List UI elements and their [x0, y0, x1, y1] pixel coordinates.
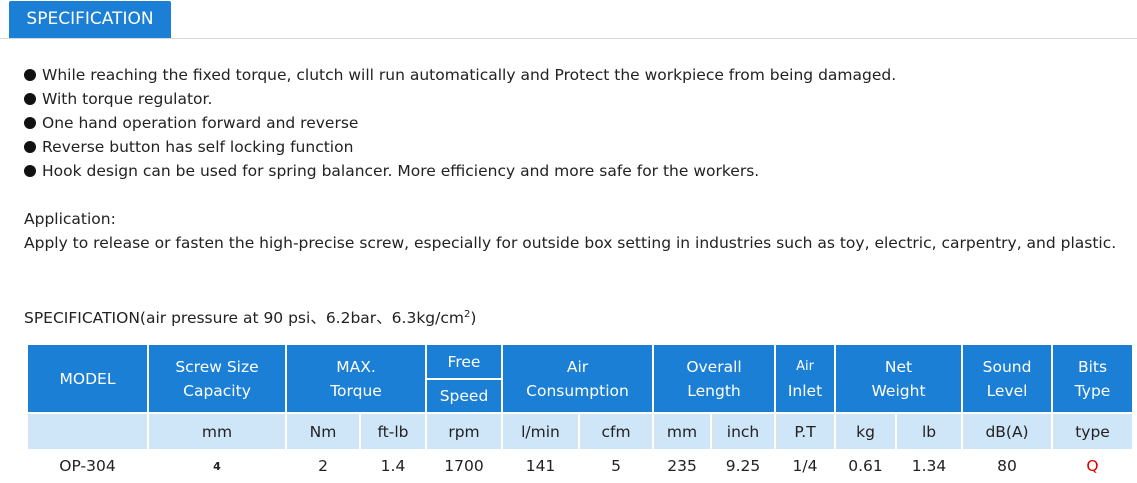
value-cell: 1.4 — [380, 457, 406, 475]
tab-specification[interactable]: SPECIFICATION — [9, 1, 171, 38]
value-cell: 5 — [611, 457, 621, 475]
value-cell: 0.61 — [848, 457, 883, 475]
value-cell: 9.25 — [725, 457, 761, 475]
application-section: Application: Apply to release or fasten … — [24, 207, 1116, 255]
header-line: Inlet — [787, 381, 823, 400]
feature-text: Reverse button has self locking function — [42, 138, 354, 156]
header-net-weight: Net Weight — [836, 345, 962, 414]
header-line: Net — [884, 357, 913, 376]
feature-text: One hand operation forward and reverse — [42, 114, 359, 132]
header-overall-length: Overall Length — [654, 345, 775, 414]
spec-heading-text: SPECIFICATION(air pressure at 90 psi、6.2… — [24, 309, 464, 328]
list-item: While reaching the fixed torque, clutch … — [24, 63, 896, 87]
list-item: Reverse button has self locking function — [24, 135, 896, 159]
model-cell: OP-304 — [59, 457, 116, 475]
bullet-icon — [24, 141, 36, 153]
header-screw-size: Screw Size Capacity — [149, 345, 285, 414]
feature-list: While reaching the fixed torque, clutch … — [24, 63, 896, 183]
value-cell: 235 — [667, 457, 697, 475]
header-line: Consumption — [526, 381, 629, 400]
header-line: Type — [1074, 381, 1111, 400]
header-line: MAX. — [336, 357, 376, 376]
units-row: mm Nm ft-lb rpm l/min cfm mm inch P.T kg… — [28, 414, 1133, 449]
tab-bar: SPECIFICATION — [0, 0, 1137, 39]
header-sound-level: Sound Level — [963, 345, 1052, 414]
feature-text: Hook design can be used for spring balan… — [42, 162, 760, 180]
bullet-icon — [24, 93, 36, 105]
header-speed: Speed — [427, 380, 501, 414]
value-cell: 2 — [318, 457, 328, 475]
spec-heading: SPECIFICATION(air pressure at 90 psi、6.2… — [24, 303, 476, 330]
header-line: Length — [687, 381, 741, 400]
unit-cell: lb — [897, 414, 962, 449]
spec-heading-close: ) — [470, 309, 477, 328]
header-line: Sound — [982, 357, 1032, 376]
header-line: Weight — [871, 381, 926, 400]
header-line: Torque — [330, 381, 382, 400]
value-cell: 1/4 — [792, 457, 818, 475]
value-cell: 141 — [525, 457, 556, 475]
header-line: Air — [566, 357, 589, 376]
unit-cell: mm — [149, 414, 285, 449]
header-air-inlet: Air Inlet — [776, 345, 835, 414]
unit-cell: kg — [836, 414, 896, 449]
header-max-torque: MAX. Torque — [287, 345, 425, 414]
value-cell: 80 — [997, 457, 1017, 475]
header-line: Air — [796, 358, 814, 374]
feature-text: While reaching the fixed torque, clutch … — [42, 66, 897, 84]
unit-cell: rpm — [427, 414, 501, 449]
value-cell: 4 — [213, 459, 221, 473]
bullet-icon — [24, 117, 36, 129]
bullet-icon — [24, 69, 36, 81]
bullet-icon — [24, 165, 36, 177]
unit-cell: Nm — [287, 414, 359, 449]
header-line: Level — [986, 381, 1028, 400]
header-line: Screw Size — [175, 357, 259, 376]
unit-cell: ft-lb — [361, 414, 425, 449]
list-item: One hand operation forward and reverse — [24, 111, 896, 135]
header-line: Overall — [686, 357, 742, 376]
unit-cell: l/min — [503, 414, 578, 449]
list-item: With torque regulator. — [24, 87, 896, 111]
application-text: Apply to release or fasten the high-prec… — [24, 234, 1117, 252]
application-heading: Application: — [24, 210, 116, 228]
unit-cell: dB(A) — [963, 414, 1052, 449]
header-bits-type: Bits Type — [1053, 345, 1133, 414]
header-air-consumption: Air Consumption — [503, 345, 653, 414]
header-free: Free — [427, 345, 501, 380]
list-item: Hook design can be used for spring balan… — [24, 159, 896, 183]
table-row: OP-304 4 2 1.4 1700 141 5 235 9.25 1/4 0… — [28, 449, 1132, 483]
unit-cell: cfm — [580, 414, 653, 449]
header-line: Bits — [1077, 357, 1108, 376]
value-cell: 1700 — [444, 457, 484, 475]
feature-text: With torque regulator. — [42, 90, 213, 108]
unit-cell: type — [1053, 414, 1133, 449]
header-model: MODEL — [28, 345, 147, 414]
unit-cell: mm — [654, 414, 711, 449]
spec-table: MODEL Screw Size Capacity MAX. Torque Free… — [26, 345, 1134, 483]
unit-cell: P.T — [776, 414, 835, 449]
unit-cell: inch — [712, 414, 775, 449]
header-line: Capacity — [183, 381, 251, 400]
unit-cell-empty — [28, 414, 147, 449]
bits-type-cell: Q — [1086, 457, 1099, 475]
value-cell: 1.34 — [911, 457, 947, 475]
